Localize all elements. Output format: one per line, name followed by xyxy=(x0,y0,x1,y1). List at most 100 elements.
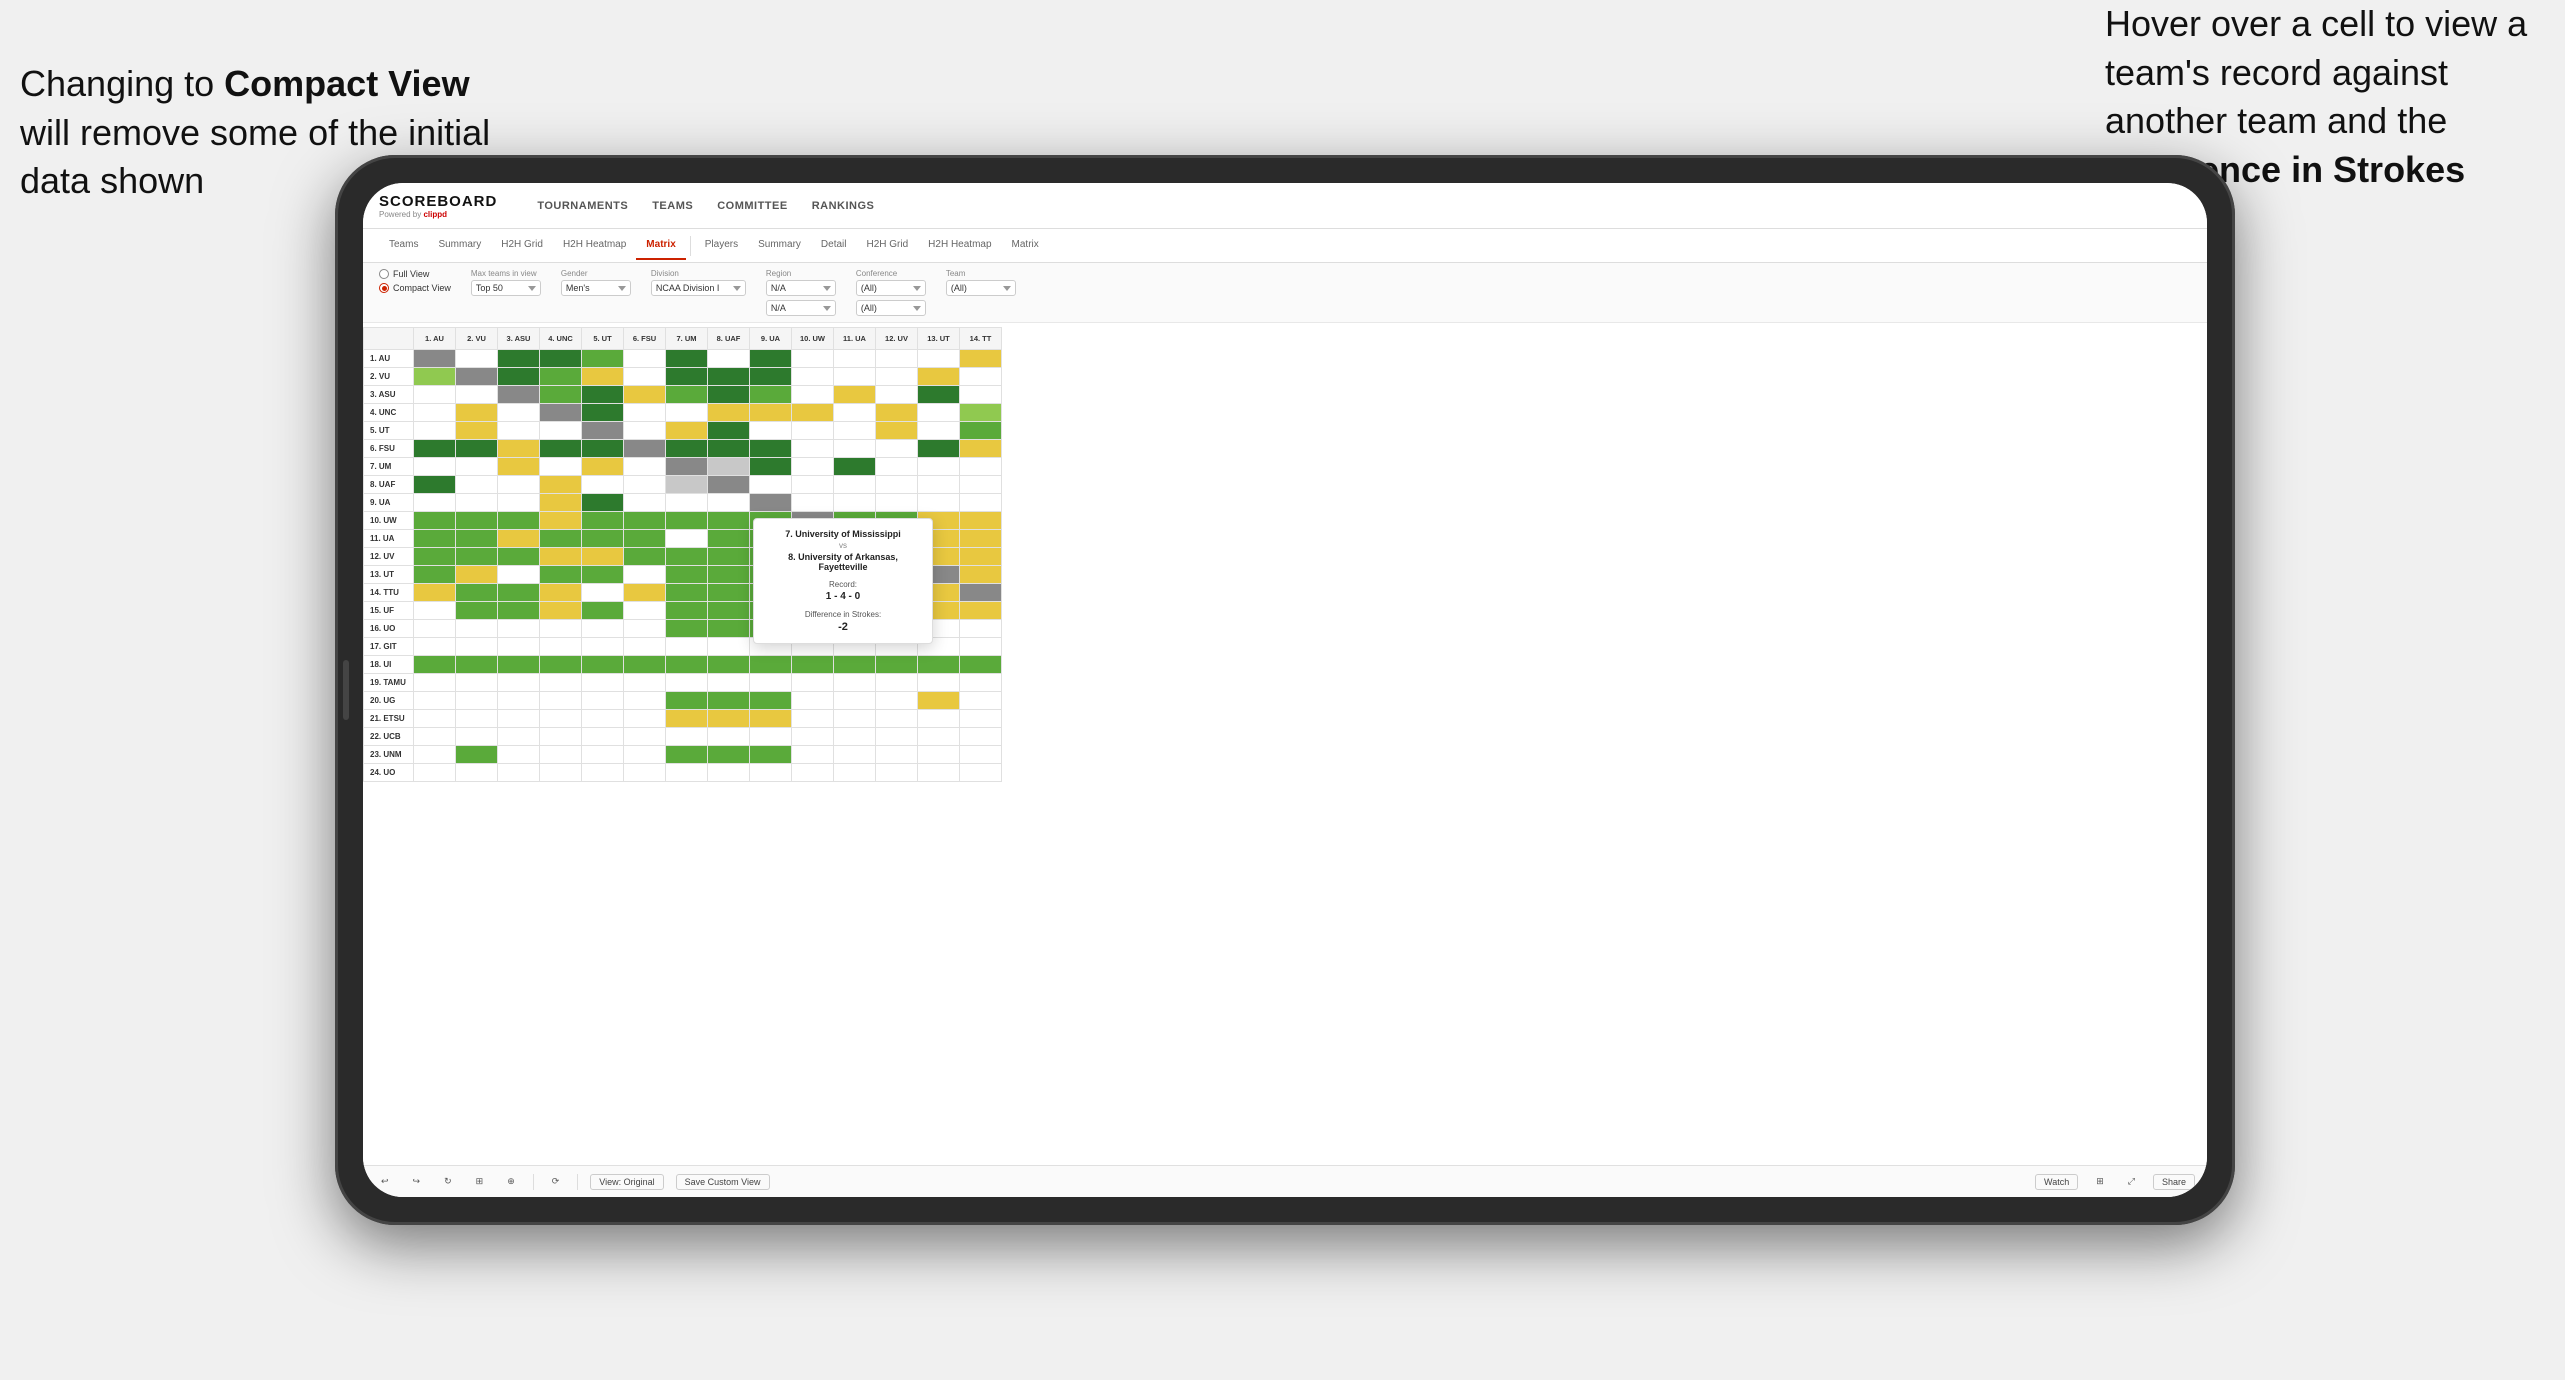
matrix-cell[interactable] xyxy=(498,440,540,458)
subnav-detail[interactable]: Detail xyxy=(811,231,857,260)
matrix-cell[interactable] xyxy=(960,548,1002,566)
watch-btn[interactable]: Watch xyxy=(2035,1174,2078,1190)
matrix-cell[interactable] xyxy=(624,512,666,530)
matrix-cell[interactable] xyxy=(666,530,708,548)
matrix-cell[interactable] xyxy=(750,404,792,422)
matrix-cell[interactable] xyxy=(582,404,624,422)
matrix-cell[interactable] xyxy=(624,764,666,782)
save-custom-btn[interactable]: Save Custom View xyxy=(676,1174,770,1190)
matrix-cell[interactable] xyxy=(414,386,456,404)
matrix-cell[interactable] xyxy=(708,584,750,602)
compact-view-radio[interactable] xyxy=(379,283,389,293)
matrix-cell[interactable] xyxy=(624,548,666,566)
matrix-cell[interactable] xyxy=(414,584,456,602)
conference-select2[interactable]: (All) xyxy=(856,300,926,316)
matrix-cell[interactable] xyxy=(624,710,666,728)
matrix-cell[interactable] xyxy=(918,674,960,692)
nav-committee[interactable]: COMMITTEE xyxy=(717,196,788,216)
matrix-cell[interactable] xyxy=(792,746,834,764)
matrix-cell[interactable] xyxy=(582,548,624,566)
matrix-cell[interactable] xyxy=(792,350,834,368)
matrix-cell[interactable] xyxy=(792,494,834,512)
matrix-cell[interactable] xyxy=(918,404,960,422)
matrix-cell[interactable] xyxy=(708,566,750,584)
conference-select1[interactable]: (All) xyxy=(856,280,926,296)
matrix-cell[interactable] xyxy=(540,728,582,746)
division-select[interactable]: NCAA Division I xyxy=(651,280,746,296)
matrix-cell[interactable] xyxy=(834,692,876,710)
matrix-cell[interactable] xyxy=(582,422,624,440)
matrix-cell[interactable] xyxy=(750,368,792,386)
matrix-cell[interactable] xyxy=(750,494,792,512)
matrix-cell[interactable] xyxy=(624,584,666,602)
matrix-cell[interactable] xyxy=(456,548,498,566)
matrix-cell[interactable] xyxy=(582,458,624,476)
matrix-cell[interactable] xyxy=(876,494,918,512)
matrix-cell[interactable] xyxy=(456,584,498,602)
matrix-cell[interactable] xyxy=(414,656,456,674)
matrix-cell[interactable] xyxy=(750,656,792,674)
matrix-cell[interactable] xyxy=(540,584,582,602)
matrix-cell[interactable] xyxy=(498,404,540,422)
matrix-cell[interactable] xyxy=(708,638,750,656)
matrix-cell[interactable] xyxy=(540,566,582,584)
matrix-cell[interactable] xyxy=(876,656,918,674)
matrix-cell[interactable] xyxy=(834,350,876,368)
matrix-cell[interactable] xyxy=(708,422,750,440)
view-original-btn[interactable]: View: Original xyxy=(590,1174,663,1190)
matrix-cell[interactable] xyxy=(792,692,834,710)
matrix-cell[interactable] xyxy=(666,494,708,512)
matrix-cell[interactable] xyxy=(582,674,624,692)
matrix-cell[interactable] xyxy=(624,404,666,422)
matrix-cell[interactable] xyxy=(918,494,960,512)
matrix-cell[interactable] xyxy=(540,440,582,458)
matrix-cell[interactable] xyxy=(498,386,540,404)
matrix-cell[interactable] xyxy=(498,602,540,620)
subnav-summary[interactable]: Summary xyxy=(428,231,491,260)
matrix-cell[interactable] xyxy=(624,602,666,620)
matrix-cell[interactable] xyxy=(876,440,918,458)
matrix-cell[interactable] xyxy=(498,458,540,476)
matrix-cell[interactable] xyxy=(498,566,540,584)
matrix-cell[interactable] xyxy=(960,440,1002,458)
matrix-cell[interactable] xyxy=(498,710,540,728)
matrix-cell[interactable] xyxy=(414,710,456,728)
full-view-radio[interactable] xyxy=(379,269,389,279)
matrix-cell[interactable] xyxy=(456,692,498,710)
matrix-cell[interactable] xyxy=(918,440,960,458)
matrix-cell[interactable] xyxy=(918,764,960,782)
matrix-cell[interactable] xyxy=(414,368,456,386)
matrix-cell[interactable] xyxy=(666,638,708,656)
matrix-cell[interactable] xyxy=(750,458,792,476)
matrix-cell[interactable] xyxy=(666,440,708,458)
matrix-cell[interactable] xyxy=(708,602,750,620)
matrix-cell[interactable] xyxy=(708,710,750,728)
matrix-cell[interactable] xyxy=(960,674,1002,692)
matrix-cell[interactable] xyxy=(414,728,456,746)
subnav-h2hheatmap[interactable]: H2H Heatmap xyxy=(553,231,636,260)
matrix-cell[interactable] xyxy=(918,422,960,440)
matrix-cell[interactable] xyxy=(414,494,456,512)
subnav-h2hgrid2[interactable]: H2H Grid xyxy=(856,231,918,260)
matrix-cell[interactable] xyxy=(498,584,540,602)
matrix-cell[interactable] xyxy=(834,674,876,692)
expand-btn[interactable]: ⤢ xyxy=(2122,1173,2141,1190)
matrix-cell[interactable] xyxy=(582,476,624,494)
matrix-cell[interactable] xyxy=(834,458,876,476)
matrix-cell[interactable] xyxy=(834,764,876,782)
matrix-cell[interactable] xyxy=(414,602,456,620)
matrix-cell[interactable] xyxy=(708,494,750,512)
matrix-cell[interactable] xyxy=(414,476,456,494)
matrix-cell[interactable] xyxy=(582,692,624,710)
matrix-cell[interactable] xyxy=(666,386,708,404)
matrix-cell[interactable] xyxy=(624,566,666,584)
matrix-cell[interactable] xyxy=(498,512,540,530)
redo-btn[interactable]: ↪ xyxy=(407,1173,427,1190)
matrix-cell[interactable] xyxy=(666,656,708,674)
matrix-cell[interactable] xyxy=(960,404,1002,422)
matrix-cell[interactable] xyxy=(792,476,834,494)
matrix-cell[interactable] xyxy=(456,656,498,674)
matrix-cell[interactable] xyxy=(498,548,540,566)
matrix-cell[interactable] xyxy=(456,638,498,656)
matrix-cell[interactable] xyxy=(582,764,624,782)
